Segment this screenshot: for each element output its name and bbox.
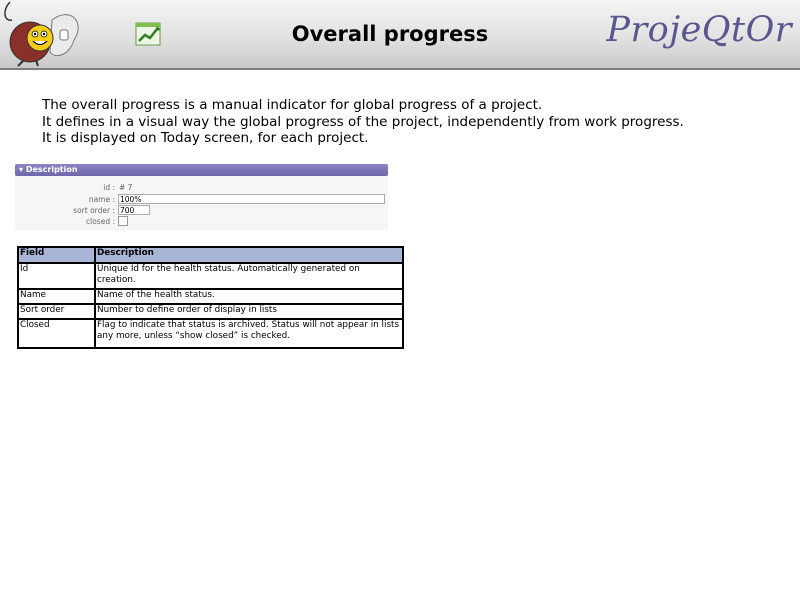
projeqtor-mascot-logo-icon (4, 1, 79, 67)
field-description-cell: Flag to indicate that status is archived… (94, 318, 404, 349)
page-title: Overall progress (291, 22, 489, 46)
table-row: Closed Flag to indicate that status is a… (17, 318, 404, 349)
description-panel-title: Description (25, 165, 78, 174)
field-name-cell: Closed (17, 318, 96, 349)
table-row: Sort order Number to define order of dis… (17, 303, 404, 320)
table-row: Name Name of the health status. (17, 288, 404, 305)
field-label: id : (103, 183, 115, 192)
intro-line: The overall progress is a manual indicat… (42, 97, 543, 113)
field-label: closed : (86, 217, 115, 226)
field-description-cell: Unique Id for the health status. Automat… (94, 262, 404, 290)
closed-checkbox[interactable] (118, 216, 128, 226)
field-name-cell: Id (17, 262, 96, 290)
fields-table: Field Description Id Unique Id for the h… (17, 246, 404, 349)
field-label: sort order : (73, 206, 115, 215)
field-row-closed: closed : (15, 216, 388, 228)
table-row: Id Unique Id for the health status. Auto… (17, 262, 404, 290)
field-label: name : (88, 195, 115, 204)
column-header: Description (94, 246, 404, 264)
intro-text: The overall progress is a manual indicat… (42, 97, 684, 147)
field-description-cell: Name of the health status. (94, 288, 404, 305)
intro-line: It defines in a visual way the global pr… (42, 113, 684, 130)
field-row-name: name : 100% (15, 194, 388, 206)
sort-order-input[interactable]: 700 (118, 205, 150, 215)
table-header-row: Field Description (17, 246, 404, 264)
intro-line: It is displayed on Today screen, for eac… (42, 130, 369, 146)
brand-logo-text: ProjeQtOr (606, 10, 792, 50)
field-description-cell: Number to define order of display in lis… (94, 303, 404, 320)
name-input[interactable]: 100% (118, 194, 385, 204)
collapse-triangle-icon: ▾ (19, 165, 24, 174)
id-value: # 7 (119, 183, 133, 192)
field-row-sort-order: sort order : 700 (15, 205, 388, 217)
description-panel: ▾ Description id : # 7 name : 100% sort … (15, 164, 388, 230)
field-row-id: id : # 7 (15, 183, 388, 194)
field-name-cell: Name (17, 288, 96, 305)
progress-chart-icon (135, 22, 161, 46)
field-name-cell: Sort order (17, 303, 96, 320)
header-bar: Overall progress ProjeQtOr (0, 0, 800, 70)
description-panel-header[interactable]: ▾ Description (15, 164, 388, 176)
column-header: Field (17, 246, 96, 264)
